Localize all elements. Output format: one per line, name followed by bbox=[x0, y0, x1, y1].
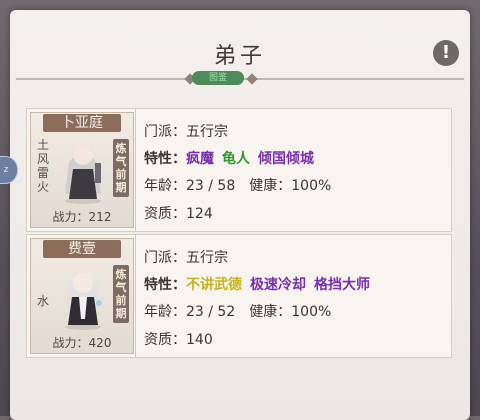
catalog-tag[interactable]: 图鉴 bbox=[192, 71, 244, 85]
help-icon[interactable]: ! bbox=[433, 40, 459, 66]
sect-value: 五行宗 bbox=[186, 250, 228, 266]
sect-value: 五行宗 bbox=[186, 124, 228, 140]
sect-row: 门派：五行宗 bbox=[144, 250, 228, 266]
page-title: 弟子 bbox=[213, 44, 266, 69]
spirit-roots: 水 bbox=[36, 294, 49, 308]
traits-row: 特性：疯魔 龟人 倾国倾城 bbox=[144, 151, 314, 167]
disciple-portrait: 卜亚庭 土 风 雷 火 炼气前期 战力：212 bbox=[30, 112, 134, 228]
age-value: 23 / 52 bbox=[186, 304, 236, 320]
trait: 极速冷却 bbox=[250, 277, 306, 293]
disciple-info: 门派：五行宗 特性：疯魔 龟人 倾国倾城 年龄：23 / 58 健康：100% 资质：… bbox=[135, 109, 452, 231]
trait: 格挡大师 bbox=[314, 277, 370, 293]
trait: 倾国倾城 bbox=[258, 151, 314, 167]
spirit-roots: 土 风 雷 火 bbox=[36, 138, 49, 194]
disciple-card[interactable]: 卜亚庭 土 风 雷 火 炼气前期 战力：212 门派：五行宗 特性：疯魔 龟人 倾国… bbox=[26, 108, 452, 232]
aptitude-value: 124 bbox=[186, 206, 213, 222]
aptitude-row: 资质：124 bbox=[144, 206, 213, 222]
disciple-name: 费壹 bbox=[43, 240, 121, 258]
disciple-card[interactable]: 费壹 水 炼气前期 战力：420 门派：五行宗 特性：不讲武德 极速冷却 格挡大师 … bbox=[26, 234, 452, 358]
disciple-name: 卜亚庭 bbox=[43, 114, 121, 132]
age-health-row: 年龄：23 / 52 健康：100% bbox=[144, 304, 332, 320]
trait: 疯魔 bbox=[186, 151, 214, 167]
cultivation-realm: 炼气前期 bbox=[113, 265, 129, 323]
combat-power: 战力：212 bbox=[52, 210, 112, 224]
cultivation-realm: 炼气前期 bbox=[113, 139, 129, 197]
disciple-avatar bbox=[65, 273, 102, 330]
trait: 不讲武德 bbox=[186, 277, 242, 293]
disciple-avatar bbox=[65, 145, 101, 204]
age-health-row: 年龄：23 / 58 健康：100% bbox=[144, 178, 332, 194]
sect-row: 门派：五行宗 bbox=[144, 124, 228, 140]
health-value: 100% bbox=[291, 304, 332, 320]
aptitude-value: 140 bbox=[186, 332, 213, 348]
traits-row: 特性：不讲武德 极速冷却 格挡大师 bbox=[144, 277, 370, 293]
aptitude-row: 资质：140 bbox=[144, 332, 213, 348]
combat-power: 战力：420 bbox=[52, 336, 112, 350]
disciple-portrait: 费壹 水 炼气前期 战力：420 bbox=[30, 238, 134, 354]
health-value: 100% bbox=[291, 178, 332, 194]
age-value: 23 / 58 bbox=[186, 178, 236, 194]
trait: 龟人 bbox=[222, 151, 250, 167]
disciple-info: 门派：五行宗 特性：不讲武德 极速冷却 格挡大师 年龄：23 / 52 健康：100%… bbox=[135, 235, 452, 357]
